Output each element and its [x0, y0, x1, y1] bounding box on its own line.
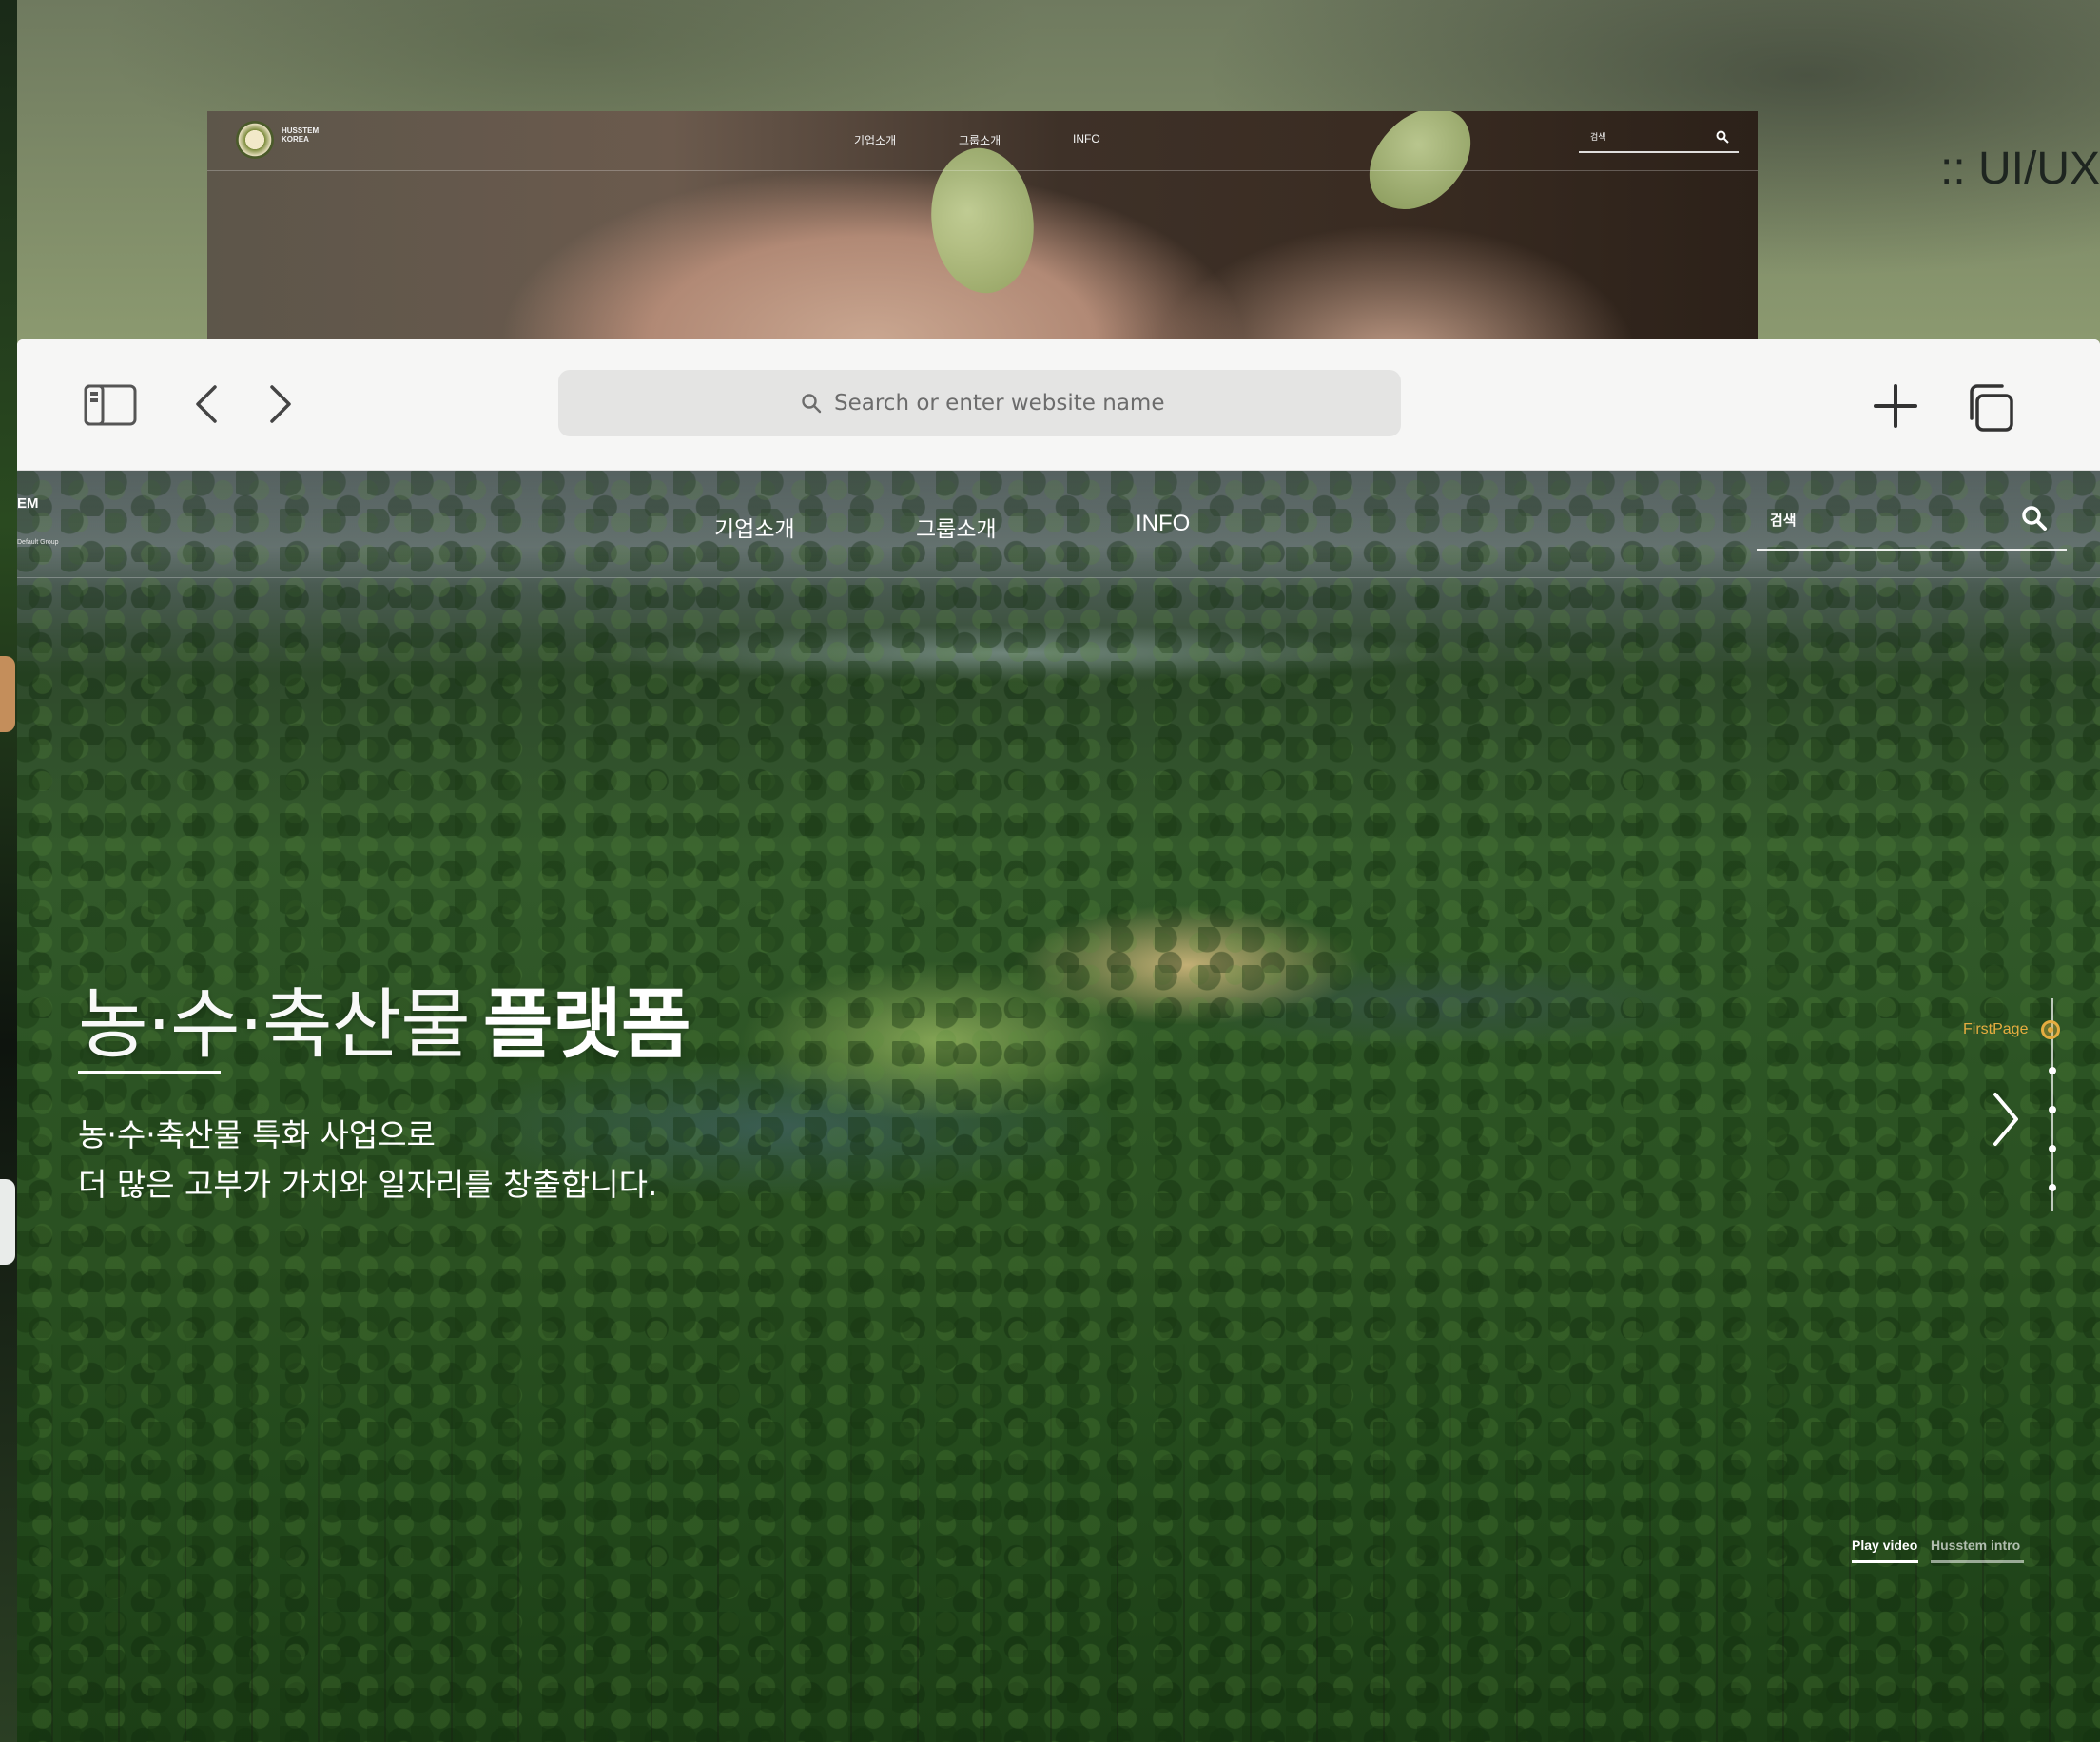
side-label: :: UI/UX	[1940, 144, 2100, 194]
preview-nav: HUSSTEM KOREA 기업소개 그룹소개 INFO 검색	[207, 111, 1758, 171]
adjacent-window-edge	[0, 0, 17, 1742]
logo-line: HUSSTEM	[282, 126, 320, 135]
search-icon[interactable]	[2021, 505, 2048, 535]
tabs-overview-icon[interactable]	[1964, 382, 2015, 437]
tab-play-video-indicator	[1852, 1560, 1918, 1563]
forest-trunks	[17, 1343, 2100, 1742]
preview-nav-info: INFO	[1073, 132, 1100, 145]
browser-window: EM Default Group 기업소개 그룹소개 INFO 농·수·축산물플…	[17, 339, 2100, 1742]
hero-underline	[78, 1071, 221, 1074]
preview-search: 검색	[1579, 128, 1739, 153]
site-header: EM Default Group 기업소개 그룹소개 INFO	[17, 471, 2100, 578]
pager-dot[interactable]	[2049, 1184, 2056, 1191]
pager-active-label: FirstPage	[1963, 1021, 2029, 1037]
search-icon	[802, 394, 822, 414]
hero-title: 농·수·축산물 플랫폼	[78, 963, 691, 1074]
search-icon	[1716, 130, 1729, 144]
tab-husstem-intro-indicator	[1931, 1560, 2024, 1563]
forward-icon[interactable]	[266, 383, 295, 429]
hero-title-light: 농·수·축산물	[78, 980, 471, 1069]
pager-dot[interactable]	[2049, 1145, 2056, 1152]
tab-play-video[interactable]: Play video	[1852, 1538, 1917, 1553]
hero-title-bold: 플랫폼	[482, 980, 691, 1069]
preview-nav-company: 기업소개	[854, 134, 897, 147]
preview-logo-text: HUSSTEM KOREA	[282, 126, 319, 144]
site-logo[interactable]: EM	[17, 495, 39, 512]
new-tab-icon[interactable]	[1872, 382, 1919, 434]
back-icon[interactable]	[192, 383, 221, 429]
site-search	[1757, 495, 2067, 551]
site-search-input[interactable]	[1768, 507, 2000, 533]
nav-info[interactable]: INFO	[1136, 511, 1190, 537]
browser-toolbar	[17, 339, 2100, 471]
nav-group-intro[interactable]: 그룹소개	[916, 511, 997, 543]
site-logo-subtitle: Default Group	[17, 539, 59, 546]
address-input[interactable]	[832, 383, 1235, 423]
sidebar-icon[interactable]	[84, 384, 137, 430]
edge-shape	[0, 1179, 15, 1265]
pager-dot[interactable]	[2049, 1106, 2056, 1113]
tab-husstem-intro[interactable]: Husstem intro	[1931, 1538, 2020, 1553]
hero-subtitle-line: 더 많은 고부가 가치와 일자리를 창출합니다.	[78, 1166, 658, 1203]
edge-shape	[0, 656, 15, 732]
logo-line: KOREA	[282, 135, 309, 144]
hero-section: EM Default Group 기업소개 그룹소개 INFO 농·수·축산물플…	[17, 471, 2100, 1742]
pager-dot-active[interactable]	[2041, 1020, 2060, 1039]
nav-company-intro[interactable]: 기업소개	[714, 511, 795, 543]
address-bar[interactable]	[558, 370, 1401, 436]
hero-subtitle-line: 농·수·축산물 특화 사업으로	[78, 1116, 436, 1153]
next-slide-arrow-icon[interactable]	[1990, 1091, 2022, 1152]
preview-nav-group: 그룹소개	[959, 134, 1001, 147]
logo-icon	[236, 121, 274, 159]
background-site-preview: HUSSTEM KOREA 기업소개 그룹소개 INFO 검색	[207, 111, 1758, 339]
pager-dot[interactable]	[2049, 1067, 2056, 1074]
hero-subtitle: 농·수·축산물 특화 사업으로 더 많은 고부가 가치와 일자리를 창출합니다.	[78, 1111, 657, 1210]
preview-search-placeholder: 검색	[1590, 133, 1606, 143]
